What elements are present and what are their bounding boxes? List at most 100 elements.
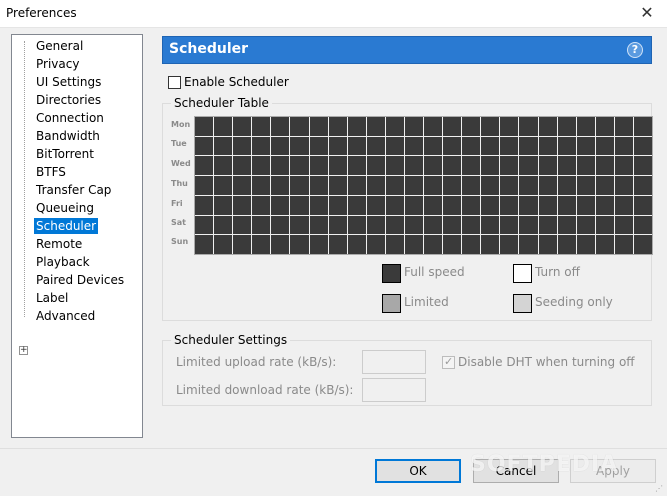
schedule-cell[interactable] xyxy=(519,136,538,156)
schedule-cell[interactable] xyxy=(462,235,481,254)
tree-item-transfer-cap[interactable]: Transfer Cap xyxy=(34,182,113,198)
schedule-cell[interactable] xyxy=(404,136,423,156)
schedule-cell[interactable] xyxy=(290,156,309,176)
schedule-cell[interactable] xyxy=(290,136,309,156)
schedule-cell[interactable] xyxy=(595,136,614,156)
preferences-tree[interactable]: General Privacy UI Settings Directories … xyxy=(11,34,143,438)
upload-rate-input[interactable] xyxy=(362,350,426,374)
schedule-cell[interactable] xyxy=(366,156,385,176)
schedule-cell[interactable] xyxy=(538,117,557,136)
schedule-cell[interactable] xyxy=(462,195,481,215)
schedule-cell[interactable] xyxy=(519,176,538,195)
schedule-cell[interactable] xyxy=(519,195,538,215)
tree-item-connection[interactable]: Connection xyxy=(34,110,106,126)
schedule-cell[interactable] xyxy=(538,215,557,235)
schedule-cell[interactable] xyxy=(195,235,214,254)
tree-item-advanced[interactable]: Advanced xyxy=(34,308,97,324)
schedule-cell[interactable] xyxy=(538,176,557,195)
schedule-cell[interactable] xyxy=(538,136,557,156)
schedule-cell[interactable] xyxy=(385,176,404,195)
schedule-cell[interactable] xyxy=(462,156,481,176)
schedule-cell[interactable] xyxy=(633,235,652,254)
schedule-cell[interactable] xyxy=(385,235,404,254)
schedule-cell[interactable] xyxy=(443,176,462,195)
schedule-cell[interactable] xyxy=(633,117,652,136)
schedule-cell[interactable] xyxy=(443,235,462,254)
schedule-cell[interactable] xyxy=(271,136,290,156)
schedule-cell[interactable] xyxy=(557,117,576,136)
schedule-cell[interactable] xyxy=(443,195,462,215)
schedule-cell[interactable] xyxy=(252,156,271,176)
schedule-cell[interactable] xyxy=(500,136,519,156)
schedule-cell[interactable] xyxy=(347,156,366,176)
schedule-cell[interactable] xyxy=(519,156,538,176)
schedule-cell[interactable] xyxy=(214,195,233,215)
tree-item-paired-devices[interactable]: Paired Devices xyxy=(34,272,126,288)
schedule-cell[interactable] xyxy=(271,235,290,254)
schedule-cell[interactable] xyxy=(614,156,633,176)
schedule-cell[interactable] xyxy=(366,195,385,215)
schedule-cell[interactable] xyxy=(481,195,500,215)
schedule-cell[interactable] xyxy=(347,176,366,195)
schedule-cell[interactable] xyxy=(328,215,347,235)
download-rate-input[interactable] xyxy=(362,378,426,402)
schedule-cell[interactable] xyxy=(519,117,538,136)
tree-item-privacy[interactable]: Privacy xyxy=(34,56,81,72)
schedule-cell[interactable] xyxy=(481,136,500,156)
schedule-cell[interactable] xyxy=(538,235,557,254)
schedule-cell[interactable] xyxy=(595,156,614,176)
schedule-cell[interactable] xyxy=(290,235,309,254)
schedule-cell[interactable] xyxy=(214,136,233,156)
tree-item-bittorrent[interactable]: BitTorrent xyxy=(34,146,96,162)
schedule-cell[interactable] xyxy=(252,117,271,136)
schedule-cell[interactable] xyxy=(462,215,481,235)
schedule-cell[interactable] xyxy=(290,215,309,235)
schedule-cell[interactable] xyxy=(424,136,443,156)
schedule-cell[interactable] xyxy=(424,195,443,215)
schedule-cell[interactable] xyxy=(404,156,423,176)
tree-item-bandwidth[interactable]: Bandwidth xyxy=(34,128,102,144)
help-icon[interactable]: ? xyxy=(627,42,643,58)
schedule-cell[interactable] xyxy=(576,215,595,235)
schedule-cell[interactable] xyxy=(576,176,595,195)
schedule-cell[interactable] xyxy=(500,156,519,176)
schedule-cell[interactable] xyxy=(576,195,595,215)
schedule-cell[interactable] xyxy=(328,156,347,176)
schedule-cell[interactable] xyxy=(271,117,290,136)
resize-grip-icon[interactable]: ⋰ xyxy=(655,484,665,494)
schedule-cell[interactable] xyxy=(252,215,271,235)
schedule-cell[interactable] xyxy=(290,176,309,195)
schedule-cell[interactable] xyxy=(214,215,233,235)
schedule-cell[interactable] xyxy=(576,136,595,156)
schedule-cell[interactable] xyxy=(366,117,385,136)
schedule-cell[interactable] xyxy=(462,136,481,156)
tree-item-queueing[interactable]: Queueing xyxy=(34,200,96,216)
schedule-cell[interactable] xyxy=(500,117,519,136)
schedule-cell[interactable] xyxy=(557,215,576,235)
schedule-cell[interactable] xyxy=(195,117,214,136)
close-icon[interactable]: ✕ xyxy=(627,0,667,28)
schedule-cell[interactable] xyxy=(557,136,576,156)
schedule-cell[interactable] xyxy=(309,176,328,195)
schedule-cell[interactable] xyxy=(385,136,404,156)
schedule-cell[interactable] xyxy=(576,117,595,136)
schedule-cell[interactable] xyxy=(443,136,462,156)
schedule-cell[interactable] xyxy=(347,215,366,235)
schedule-cell[interactable] xyxy=(252,136,271,156)
apply-button[interactable]: Apply xyxy=(570,459,656,483)
schedule-cell[interactable] xyxy=(538,195,557,215)
schedule-cell[interactable] xyxy=(385,117,404,136)
schedule-cell[interactable] xyxy=(309,215,328,235)
schedule-cell[interactable] xyxy=(290,117,309,136)
schedule-cell[interactable] xyxy=(366,176,385,195)
tree-item-ui-settings[interactable]: UI Settings xyxy=(34,74,103,90)
schedule-cell[interactable] xyxy=(328,235,347,254)
schedule-cell[interactable] xyxy=(233,117,252,136)
schedule-cell[interactable] xyxy=(385,195,404,215)
tree-item-playback[interactable]: Playback xyxy=(34,254,92,270)
schedule-cell[interactable] xyxy=(595,215,614,235)
schedule-cell[interactable] xyxy=(595,117,614,136)
schedule-cell[interactable] xyxy=(214,117,233,136)
schedule-cell[interactable] xyxy=(309,156,328,176)
schedule-cell[interactable] xyxy=(481,215,500,235)
